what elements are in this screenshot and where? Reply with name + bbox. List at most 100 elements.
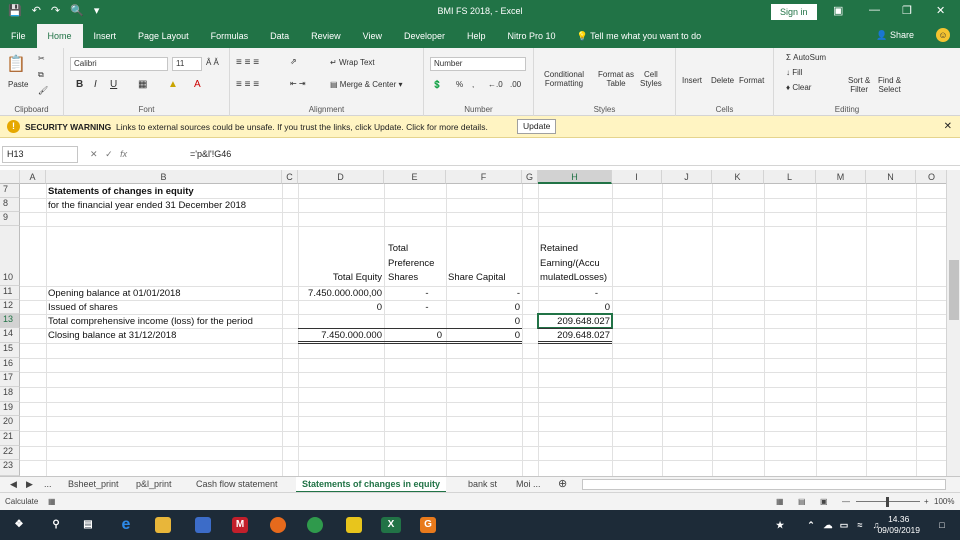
cancel-entry-icon[interactable]: ✕ — [90, 149, 98, 159]
row-header-8[interactable]: 8 — [0, 198, 20, 212]
wifi-icon[interactable]: ≈ — [852, 517, 868, 533]
column-header-c[interactable]: C — [282, 170, 298, 184]
share-button[interactable]: 👤 Share — [876, 30, 914, 41]
zoom-in-icon[interactable]: + — [924, 497, 929, 506]
wrap-text-button[interactable]: ↵ Wrap Text — [330, 58, 375, 67]
search-icon[interactable]: ⚲ — [48, 517, 64, 533]
tab-data[interactable]: Data — [259, 24, 300, 48]
file-explorer-icon[interactable] — [155, 517, 171, 533]
tab-view[interactable]: View — [352, 24, 393, 48]
value-opening-share-capital[interactable]: - — [446, 288, 520, 299]
active-cell-h13[interactable] — [537, 313, 613, 329]
vertical-scrollbar[interactable] — [946, 170, 960, 476]
notifications-icon[interactable]: □ — [934, 517, 950, 533]
font-name-select[interactable]: Calibri — [70, 57, 168, 71]
chrome-icon[interactable] — [307, 517, 323, 533]
app-taskbar-icon[interactable]: G — [420, 517, 436, 533]
label-comprehensive-income[interactable]: Total comprehensive income (loss) for th… — [48, 316, 253, 327]
worksheet-grid[interactable]: A B C D E F G H I J K L M N O 7 8 9 10 1… — [0, 170, 948, 476]
row-header-15[interactable]: 15 — [0, 343, 20, 358]
zoom-out-icon[interactable]: — — [842, 497, 850, 506]
header-accumulated-losses[interactable]: mulatedLosses) — [540, 272, 607, 283]
delete-cells-button[interactable]: Delete — [711, 76, 734, 85]
merge-center-button[interactable]: ▤ Merge & Center ▾ — [330, 80, 403, 89]
font-color-icon[interactable]: A — [194, 79, 201, 90]
fill-color-icon[interactable]: ▲ — [168, 79, 178, 90]
smiley-icon[interactable]: ☺ — [936, 28, 950, 42]
horizontal-scrollbar[interactable] — [582, 479, 946, 490]
sheet-tab-cash-flow[interactable]: Cash flow statement — [190, 477, 284, 493]
calc-mode[interactable]: Calculate — [5, 497, 38, 506]
row-header-9[interactable]: 9 — [0, 212, 20, 226]
align-left-icon[interactable]: ≡ ≡ ≡ — [236, 79, 259, 90]
sheet-tab-more[interactable]: Moi ... — [510, 477, 547, 493]
fill-button[interactable]: ↓ Fill — [786, 68, 802, 77]
cell-styles-button[interactable]: Cell Styles — [640, 70, 662, 88]
column-header-f[interactable]: F — [446, 170, 522, 184]
column-header-n[interactable]: N — [866, 170, 916, 184]
row-header-23[interactable]: 23 — [0, 460, 20, 476]
battery-icon[interactable]: ▭ — [836, 517, 852, 533]
header-total[interactable]: Total — [388, 243, 408, 254]
row-header-16[interactable]: 16 — [0, 358, 20, 372]
format-as-table-button[interactable]: Format as Table — [598, 70, 634, 88]
borders-icon[interactable]: ▦ — [138, 79, 147, 90]
header-total-equity[interactable]: Total Equity — [298, 272, 382, 283]
value-issued-retained[interactable]: 0 — [538, 302, 610, 313]
more-sheets-left[interactable]: ... — [38, 477, 58, 493]
label-closing-balance[interactable]: Closing balance at 31/12/2018 — [48, 330, 176, 341]
row-header-19[interactable]: 19 — [0, 402, 20, 416]
tab-file[interactable]: File — [0, 24, 37, 48]
underline-button[interactable]: U — [110, 79, 117, 90]
value-opening-total-equity[interactable]: 7.450.000.000,00 — [298, 288, 382, 299]
label-opening-balance[interactable]: Opening balance at 01/01/2018 — [48, 288, 181, 299]
security-warning-message[interactable]: Links to external sources could be unsaf… — [116, 122, 488, 132]
new-sheet-icon[interactable]: ⊕ — [552, 477, 573, 493]
align-top-icon[interactable]: ≡ ≡ ≡ — [236, 57, 259, 68]
bold-button[interactable]: B — [76, 79, 83, 90]
tab-help[interactable]: Help — [456, 24, 497, 48]
tab-review[interactable]: Review — [300, 24, 352, 48]
tab-home[interactable]: Home — [36, 24, 83, 48]
sign-in-button[interactable]: Sign in — [771, 4, 817, 20]
insert-function-icon[interactable]: fx — [120, 149, 127, 159]
zoom-level[interactable]: 100% — [934, 497, 954, 506]
row-header-18[interactable]: 18 — [0, 387, 20, 402]
tab-page-layout[interactable]: Page Layout — [127, 24, 200, 48]
formula-input[interactable]: ='p&l'!G46 — [190, 149, 231, 159]
grow-font-icon[interactable]: Â Ǎ — [206, 58, 219, 67]
font-size-select[interactable]: 11 — [172, 57, 202, 71]
row-header-14[interactable]: 14 — [0, 328, 20, 343]
sheet-tab-bank-st[interactable]: bank st — [462, 477, 503, 493]
task-view-icon[interactable]: ▤ — [80, 517, 96, 533]
copy-icon[interactable]: ⧉ — [38, 70, 44, 80]
value-issued-share-capital[interactable]: 0 — [446, 302, 520, 313]
header-earning[interactable]: Earning/(Accu — [540, 258, 600, 269]
percent-style-icon[interactable]: % — [456, 80, 463, 89]
header-share-capital[interactable]: Share Capital — [448, 272, 506, 283]
format-painter-icon[interactable]: 🖌 — [38, 86, 48, 95]
row-header-21[interactable]: 21 — [0, 431, 20, 446]
column-header-m[interactable]: M — [816, 170, 866, 184]
scroll-tabs-right-icon[interactable]: ▶ — [20, 477, 39, 493]
value-issued-total-equity[interactable]: 0 — [298, 302, 382, 313]
value-closing-total-equity[interactable]: 7.450.000.000 — [298, 330, 382, 341]
value-income-share-capital[interactable]: 0 — [446, 316, 520, 327]
close-warning-icon[interactable]: ✕ — [944, 121, 952, 132]
page-layout-view-icon[interactable]: ▤ — [798, 497, 806, 506]
column-header-g[interactable]: G — [522, 170, 538, 184]
cut-icon[interactable]: ✂ — [38, 54, 45, 63]
sort-filter-button[interactable]: Sort & Filter — [848, 76, 870, 94]
row-header-11[interactable]: 11 — [0, 286, 20, 300]
tab-nitro[interactable]: Nitro Pro 10 — [497, 24, 567, 48]
accounting-format-icon[interactable]: 💲 — [432, 80, 442, 89]
firefox-icon[interactable] — [270, 517, 286, 533]
paste-button[interactable]: Paste — [8, 80, 28, 89]
decrease-decimal-icon[interactable]: .00 — [510, 80, 521, 89]
select-all-corner[interactable] — [0, 170, 20, 184]
header-shares[interactable]: Shares — [388, 272, 418, 283]
normal-view-icon[interactable]: ▦ — [776, 497, 784, 506]
paste-icon[interactable]: 📋 — [6, 54, 26, 74]
onedrive-icon[interactable]: ☁ — [820, 517, 836, 533]
tab-insert[interactable]: Insert — [83, 24, 128, 48]
